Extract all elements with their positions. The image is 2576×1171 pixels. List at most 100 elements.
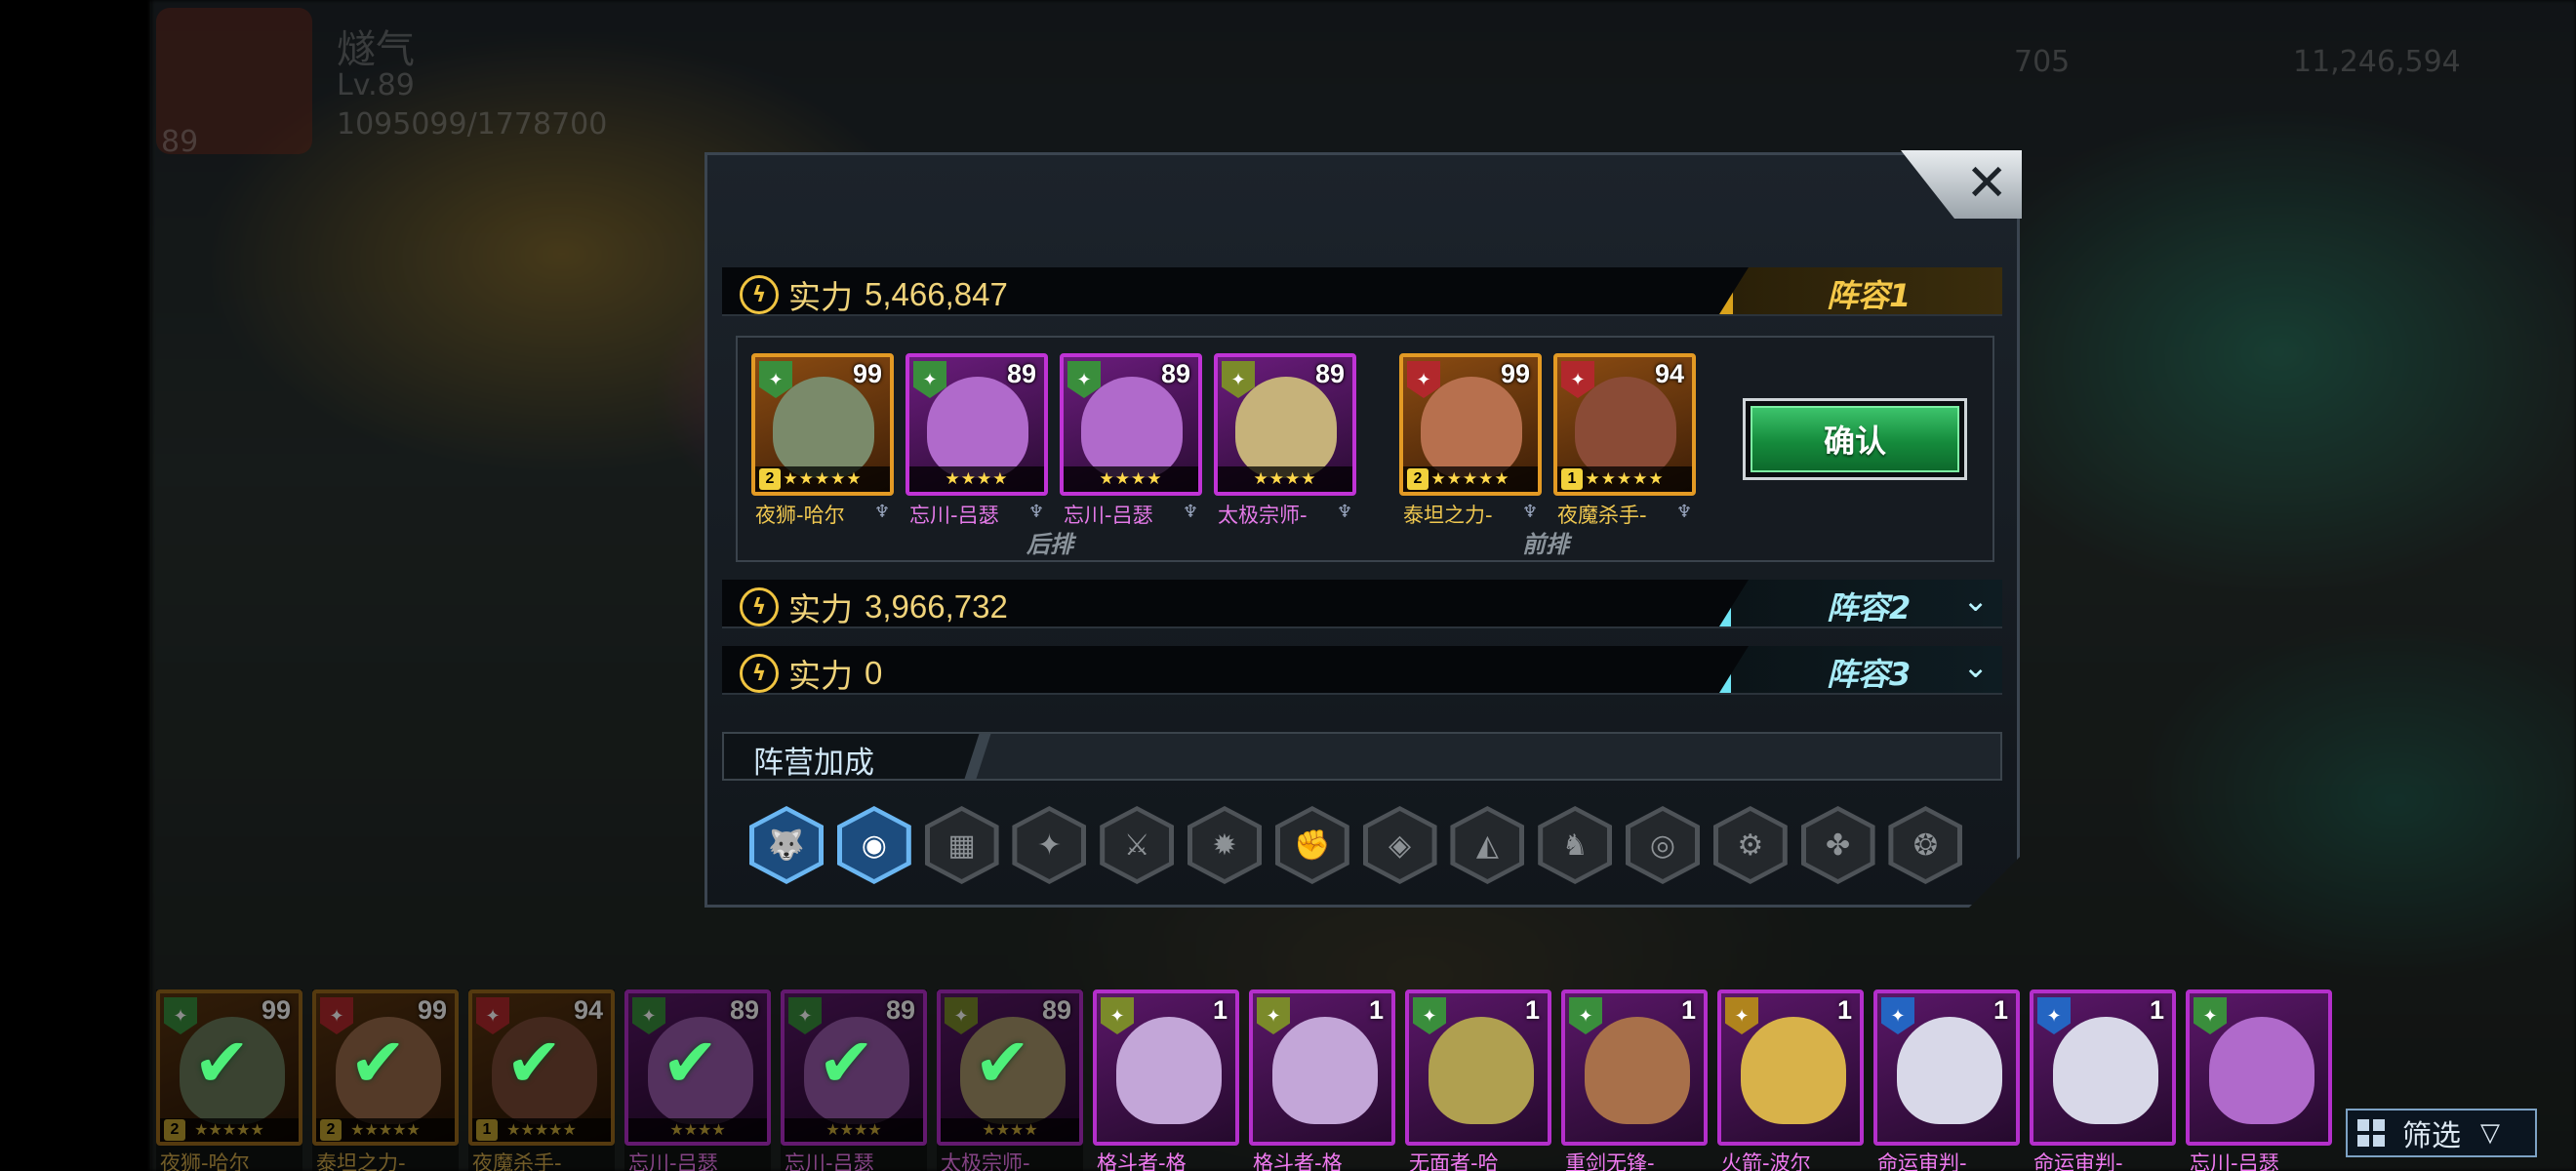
hero-portrait: [927, 377, 1028, 478]
hero-name: 忘川-吕瑟: [909, 504, 999, 527]
class-icon: ♆: [1337, 502, 1353, 522]
confirm-button[interactable]: 确认: [1743, 398, 1967, 480]
roster-hero-card[interactable]: ✦ 94 ★★★★★ 1 夜魔杀手- ✔: [468, 989, 615, 1171]
hero-level: 89: [1160, 359, 1190, 388]
team-tab[interactable]: 阵容1: [1719, 267, 2002, 314]
roster-hero-card[interactable]: ✦ 1 命运审判-: [1873, 989, 2020, 1171]
lineup-hero-slot[interactable]: ✦ 89 ★★★★ 太极宗师- ♆: [1214, 353, 1356, 535]
hero-portrait: [1421, 377, 1522, 478]
team-tab-label: 阵容2: [1827, 589, 1912, 626]
hero-name: 无面者-哈: [1409, 1151, 1499, 1171]
roster-hero-card[interactable]: ✦ 89 ★★★★ 忘川-吕瑟 ✔: [781, 989, 927, 1171]
faction-icon-inner: ✹: [1192, 811, 1257, 879]
checkmark-icon: ✔: [193, 1023, 251, 1103]
faction-icon-inner: ◭: [1455, 811, 1520, 879]
letterbox-bar: [0, 0, 151, 1171]
drum-icon[interactable]: ▦: [924, 806, 999, 884]
cube-icon[interactable]: ◈: [1362, 806, 1437, 884]
chevron-down-icon: ⌄: [1962, 648, 1989, 685]
hero-name: 重剑无锋-: [1565, 1151, 1655, 1171]
claw-icon[interactable]: ✤: [1800, 806, 1875, 884]
hero-stars: ★★★★: [909, 466, 1044, 492]
roster-hero-card[interactable]: ✦ 1 命运审判-: [2030, 989, 2176, 1171]
dragon-icon[interactable]: ❂: [1888, 806, 1963, 884]
lineup-hero-slot[interactable]: ✦ 99 ★★★★★ 2 泰坦之力- ♆: [1399, 353, 1542, 535]
faction-icon-list: 🐺 ◉ ▦ ✦ ⚔ ✹ ✊ ◈ ◭ ♞ ◎ ⚙ ✤ ❂: [749, 806, 1963, 884]
spirit-icon[interactable]: ◉: [836, 806, 911, 884]
hero-rank-badge: 1: [1561, 468, 1583, 490]
beast-icon[interactable]: ✦: [1012, 806, 1087, 884]
hero-portrait-frame: ✦ 99 ★★★★★ 2: [751, 353, 894, 496]
hero-level: 89: [1006, 359, 1036, 388]
faction-icon-inner: ✊: [1279, 811, 1345, 879]
faction-icon-inner: ❂: [1893, 811, 1958, 879]
hero-level: 1: [2149, 995, 2164, 1025]
hero-name: 忘川-吕瑟: [2190, 1151, 2279, 1171]
faction-glyph: 🐺: [768, 828, 805, 863]
roster-hero-card[interactable]: ✦ 1 重剑无锋-: [1561, 989, 1708, 1171]
lineup-hero-slot[interactable]: ✦ 99 ★★★★★ 2 夜狮-哈尔 ♆: [751, 353, 894, 535]
faction-icon-inner: ▦: [929, 811, 994, 879]
team-row[interactable]: ϟ 实力 0 阵容3 ⌄: [722, 646, 2002, 695]
faction-glyph: ◎: [1649, 828, 1676, 863]
warrior-icon[interactable]: ♞: [1538, 806, 1613, 884]
hero-portrait: [2209, 1017, 2314, 1124]
team-row[interactable]: ϟ 实力 3,966,732 阵容2 ⌄: [722, 580, 2002, 628]
hero-portrait: [1741, 1017, 1846, 1124]
back-row-label: 后排: [1026, 531, 1073, 558]
power-value: 3,966,732: [865, 588, 1008, 625]
faction-bonus-bar: 阵营加成: [722, 732, 2002, 781]
roster-hero-card[interactable]: ✦ 99 ★★★★★ 2 夜狮-哈尔 ✔: [156, 989, 302, 1171]
hero-name: 夜狮-哈尔: [755, 504, 845, 527]
faction-glyph: ▦: [947, 828, 976, 863]
lineup-hero-slot[interactable]: ✦ 89 ★★★★ 忘川-吕瑟 ♆: [1060, 353, 1202, 535]
roster-hero-card[interactable]: ✦ 99 ★★★★★ 2 泰坦之力- ✔: [312, 989, 459, 1171]
roster-hero-card[interactable]: ✦ 忘川-吕瑟: [2186, 989, 2332, 1171]
filter-button[interactable]: 筛选 ▽: [2346, 1109, 2537, 1157]
hero-portrait: [1116, 1017, 1222, 1124]
roster-hero-card[interactable]: ✦ 1 格斗者-格: [1249, 989, 1395, 1171]
team-tab[interactable]: 阵容3 ⌄: [1719, 646, 2002, 693]
spiral-icon[interactable]: ◎: [1626, 806, 1700, 884]
lightning-icon: ϟ: [740, 587, 779, 626]
faction-glyph: ♞: [1561, 828, 1589, 863]
blade-icon[interactable]: ⚔: [1100, 806, 1175, 884]
team-tab[interactable]: 阵容2 ⌄: [1719, 580, 2002, 626]
lineup-hero-slot[interactable]: ✦ 94 ★★★★★ 1 夜魔杀手- ♆: [1553, 353, 1696, 535]
faction-glyph: ⚙: [1737, 828, 1764, 863]
faction-badge-icon: ✦: [1881, 997, 1914, 1034]
hero-portrait-frame: ✦ 1: [1093, 989, 1239, 1146]
hero-level: 94: [1654, 359, 1684, 388]
power-value: 0: [865, 655, 883, 691]
faction-badge-icon: ✦: [1569, 997, 1602, 1034]
gear-icon[interactable]: ⚙: [1712, 806, 1788, 884]
faction-badge-icon: ✦: [2037, 997, 2071, 1034]
faction-badge-icon: ✦: [1725, 997, 1758, 1034]
roster-hero-card[interactable]: ✦ 89 ★★★★ 太极宗师- ✔: [937, 989, 1083, 1171]
hero-level: 99: [1500, 359, 1530, 388]
roster-hero-card[interactable]: ✦ 1 格斗者-格: [1093, 989, 1239, 1171]
hero-portrait-frame: ✦ 1: [1717, 989, 1864, 1146]
sunburst-icon[interactable]: ✹: [1187, 806, 1262, 884]
fist-icon[interactable]: ✊: [1274, 806, 1349, 884]
class-icon: ♆: [1676, 502, 1693, 522]
roster-hero-card[interactable]: ✦ 1 火箭-波尔: [1717, 989, 1864, 1171]
lineup-hero-slot[interactable]: ✦ 89 ★★★★ 忘川-吕瑟 ♆: [906, 353, 1048, 535]
faction-glyph: ◉: [861, 828, 887, 863]
wolf-icon[interactable]: 🐺: [749, 806, 824, 884]
hero-name: 太极宗师-: [1218, 504, 1308, 527]
shard-icon[interactable]: ◭: [1450, 806, 1525, 884]
hero-portrait: [1272, 1017, 1378, 1124]
faction-glyph: ✦: [1036, 828, 1062, 863]
game-screen: 燧气 Lv.89 1095099/1778700 89 705 11,246,5…: [0, 0, 2576, 1171]
team-row[interactable]: ϟ 实力 5,466,847 阵容1: [722, 267, 2002, 316]
faction-badge-icon: ✦: [1101, 997, 1134, 1034]
team-tab-label: 阵容1: [1827, 277, 1912, 314]
hero-portrait-frame: ✦ 1: [1873, 989, 2020, 1146]
roster-hero-card[interactable]: ✦ 1 无面者-哈: [1405, 989, 1551, 1171]
hero-name: 格斗者-格: [1253, 1151, 1343, 1171]
faction-glyph: ⚔: [1123, 828, 1150, 863]
roster-hero-card[interactable]: ✦ 89 ★★★★ 忘川-吕瑟 ✔: [624, 989, 771, 1171]
hero-level: 89: [1314, 359, 1345, 388]
hero-stars: ★★★★: [1064, 466, 1198, 492]
